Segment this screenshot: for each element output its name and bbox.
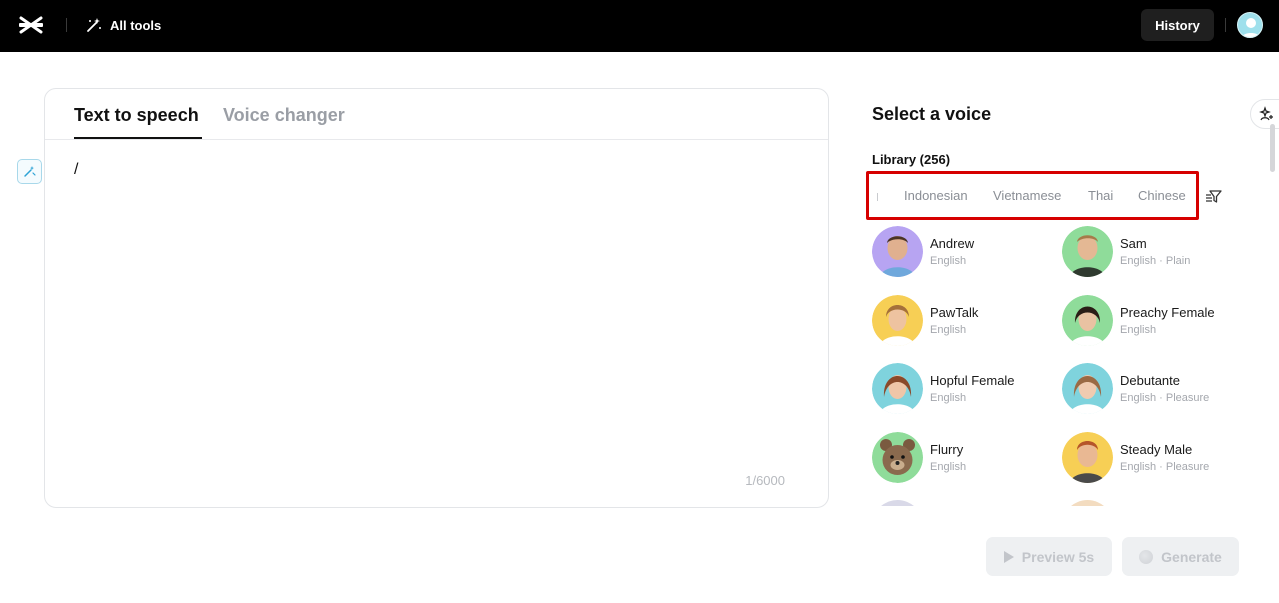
history-button[interactable]: History [1141, 9, 1214, 41]
capcut-logo[interactable] [18, 14, 44, 36]
voice-name: Sam [1120, 236, 1147, 251]
voice-item-hopful-female[interactable]: Hopful Female English [872, 363, 1052, 415]
voice-name: Preachy Female [1120, 305, 1215, 320]
all-tools-label: All tools [110, 17, 162, 33]
preview-button[interactable]: Preview 5s [986, 537, 1112, 576]
voice-avatar [872, 432, 923, 483]
voice-avatar [1062, 432, 1113, 483]
tab-text-to-speech[interactable]: Text to speech [74, 105, 199, 126]
generate-button[interactable]: Generate [1122, 537, 1239, 576]
voice-avatar [1062, 295, 1113, 346]
voice-item-partial[interactable] [1062, 500, 1242, 506]
voice-avatar [1062, 226, 1113, 277]
voice-name: Steady Male [1120, 442, 1193, 457]
voice-meta: English · Pleasure [1120, 392, 1210, 404]
preview-label: Preview 5s [1021, 548, 1095, 565]
voice-meta: English · Plain [1120, 255, 1191, 267]
voice-name: Debutante [1120, 373, 1180, 388]
header-divider-right [1225, 18, 1226, 32]
magic-wand-icon [87, 18, 101, 32]
voice-meta: English [930, 392, 967, 404]
panel-scrollbar[interactable] [1270, 124, 1275, 172]
text-editor-card: Text to speech Voice changer / 1/6000 [44, 88, 829, 508]
library-label: Library (256) [872, 152, 951, 167]
voice-item-steady-male[interactable]: Steady Male English · Pleasure [1062, 432, 1242, 484]
voice-meta: English [930, 255, 967, 267]
voice-panel-title: Select a voice [872, 104, 992, 124]
voice-avatar [1062, 363, 1113, 414]
editor-tabs: Text to speech Voice changer [45, 89, 828, 140]
top-bar: All tools History [0, 0, 1279, 52]
ai-write-button[interactable] [17, 159, 42, 184]
filter-icon[interactable] [1205, 187, 1223, 205]
language-chip-thai[interactable]: Thai [1088, 188, 1113, 203]
user-avatar[interactable] [1237, 12, 1263, 38]
voice-list: Andrew English Sam English · Plain PawTa… [872, 226, 1252, 506]
voice-meta: English [930, 324, 967, 336]
scroll-edge-marker [877, 193, 878, 201]
voice-item-flurry[interactable]: Flurry English [872, 432, 1052, 484]
voice-name: Hopful Female [930, 373, 1015, 388]
ai-sparkle-icon [1259, 106, 1273, 121]
voice-meta: English · Pleasure [1120, 461, 1210, 473]
generate-icon [1139, 549, 1154, 564]
language-filter-strip: Indonesian Vietnamese Thai Chinese [866, 171, 1199, 220]
voice-item-pawtalk[interactable]: PawTalk English [872, 295, 1052, 347]
voice-avatar [872, 500, 923, 506]
character-counter: 1/6000 [745, 473, 785, 488]
language-chip-chinese[interactable]: Chinese [1138, 188, 1186, 203]
voice-avatar [872, 363, 923, 414]
voice-name: Flurry [930, 442, 964, 457]
play-icon [1003, 550, 1014, 563]
voice-meta: English [930, 461, 967, 473]
language-chip-vietnamese[interactable]: Vietnamese [993, 188, 1061, 203]
voice-item-debutante[interactable]: Debutante English · Pleasure [1062, 363, 1242, 415]
language-chip-indonesian[interactable]: Indonesian [904, 188, 968, 203]
magic-pen-icon [24, 166, 36, 177]
voice-item-preachy-female[interactable]: Preachy Female English [1062, 295, 1242, 347]
voice-avatar [872, 226, 923, 277]
voice-name: PawTalk [930, 305, 979, 320]
voice-meta: English [1120, 324, 1157, 336]
tab-voice-changer[interactable]: Voice changer [223, 105, 345, 126]
all-tools-button[interactable]: All tools [86, 15, 161, 35]
voice-name: Andrew [930, 236, 975, 251]
voice-item-andrew[interactable]: Andrew English [872, 226, 1052, 278]
voice-item-sam[interactable]: Sam English · Plain [1062, 226, 1242, 278]
voice-avatar [1062, 500, 1113, 506]
generate-label: Generate [1161, 548, 1222, 565]
header-divider [66, 18, 67, 32]
voice-item-partial[interactable] [872, 500, 1052, 506]
user-icon [1241, 18, 1261, 37]
active-tab-indicator [74, 137, 202, 139]
voice-avatar [872, 295, 923, 346]
text-input-area[interactable]: / [74, 161, 78, 179]
